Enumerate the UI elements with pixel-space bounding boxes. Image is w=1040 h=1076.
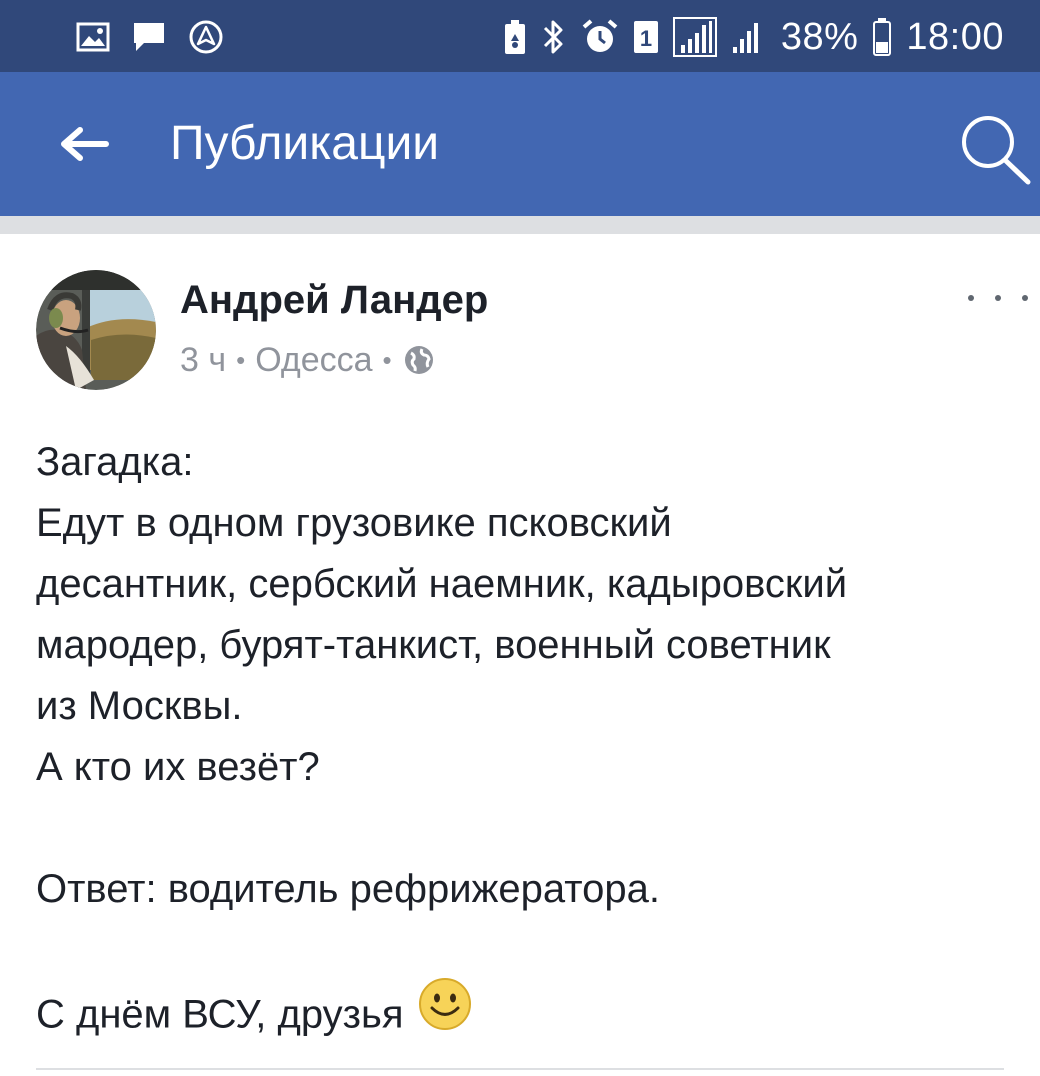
sim-label: 1 <box>640 26 652 51</box>
alarm-icon <box>581 18 619 56</box>
search-button[interactable] <box>956 110 1036 186</box>
post-text-line: из Москвы. <box>36 684 243 728</box>
battery-icon <box>872 17 892 57</box>
author-name[interactable]: Андрей Ландер <box>180 276 488 324</box>
post-text-line: Ответ: водитель рефрижератора. <box>36 867 660 911</box>
status-bar-notifications <box>76 20 224 54</box>
post-text-blank <box>36 798 1040 859</box>
image-icon <box>76 22 110 52</box>
sim-1-icon: 1 <box>633 20 659 54</box>
search-icon <box>962 116 1031 185</box>
post-time[interactable]: 3 ч <box>180 341 226 380</box>
more-dot <box>995 295 1001 301</box>
post-text-blank <box>36 920 1040 981</box>
post-text-line: С днём ВСУ, друзья <box>36 992 404 1037</box>
globe-icon <box>404 346 433 374</box>
battery-percent: 38% <box>780 15 859 58</box>
post-divider <box>36 1068 1004 1070</box>
more-dot <box>968 295 974 301</box>
signal-1-icon <box>672 17 717 57</box>
message-icon <box>132 21 166 53</box>
post-meta: 3 ч • Одесса • <box>180 338 436 382</box>
post-text-line: мародер, бурят-танкист, военный советник <box>36 623 831 667</box>
avatar[interactable] <box>36 270 156 390</box>
post-text-line: Едут в одном грузовике псковский <box>36 501 672 545</box>
post-text-line: А кто их везёт? <box>36 745 320 789</box>
avatar-photo <box>36 270 156 390</box>
meta-separator: • <box>236 344 246 375</box>
feed-separator <box>0 216 1040 234</box>
arrow-left-icon <box>61 127 109 161</box>
app-bar: Публикации <box>0 72 1040 216</box>
post-text: Загадка: Едут в одном грузовике псковски… <box>36 432 1040 1042</box>
smiley-emoji-icon <box>418 977 472 1049</box>
battery-saver-icon <box>503 19 527 55</box>
meta-separator: • <box>382 344 392 375</box>
status-bar: 1 38% 18:00 <box>0 0 1040 72</box>
post-text-last-line: С днём ВСУ, друзья <box>36 978 1040 1042</box>
post-card: Андрей Ландер 3 ч • Одесса • Загадка: Ед… <box>0 234 1040 1076</box>
navigation-icon <box>188 19 224 55</box>
page-title: Публикации <box>170 117 440 170</box>
battery-level <box>876 42 889 53</box>
post-text-line: Загадка: <box>36 440 194 484</box>
back-button[interactable] <box>56 118 112 170</box>
post-text-line: десантник, сербский наемник, кадыровский <box>36 562 848 606</box>
status-time: 18:00 <box>906 15 1004 58</box>
post-location[interactable]: Одесса <box>255 341 372 380</box>
signal-2-icon <box>731 19 767 55</box>
more-dot <box>1022 295 1028 301</box>
status-bar-system: 1 38% 18:00 <box>503 14 1004 60</box>
bluetooth-icon <box>541 18 567 56</box>
post-more-button[interactable] <box>968 280 1028 316</box>
